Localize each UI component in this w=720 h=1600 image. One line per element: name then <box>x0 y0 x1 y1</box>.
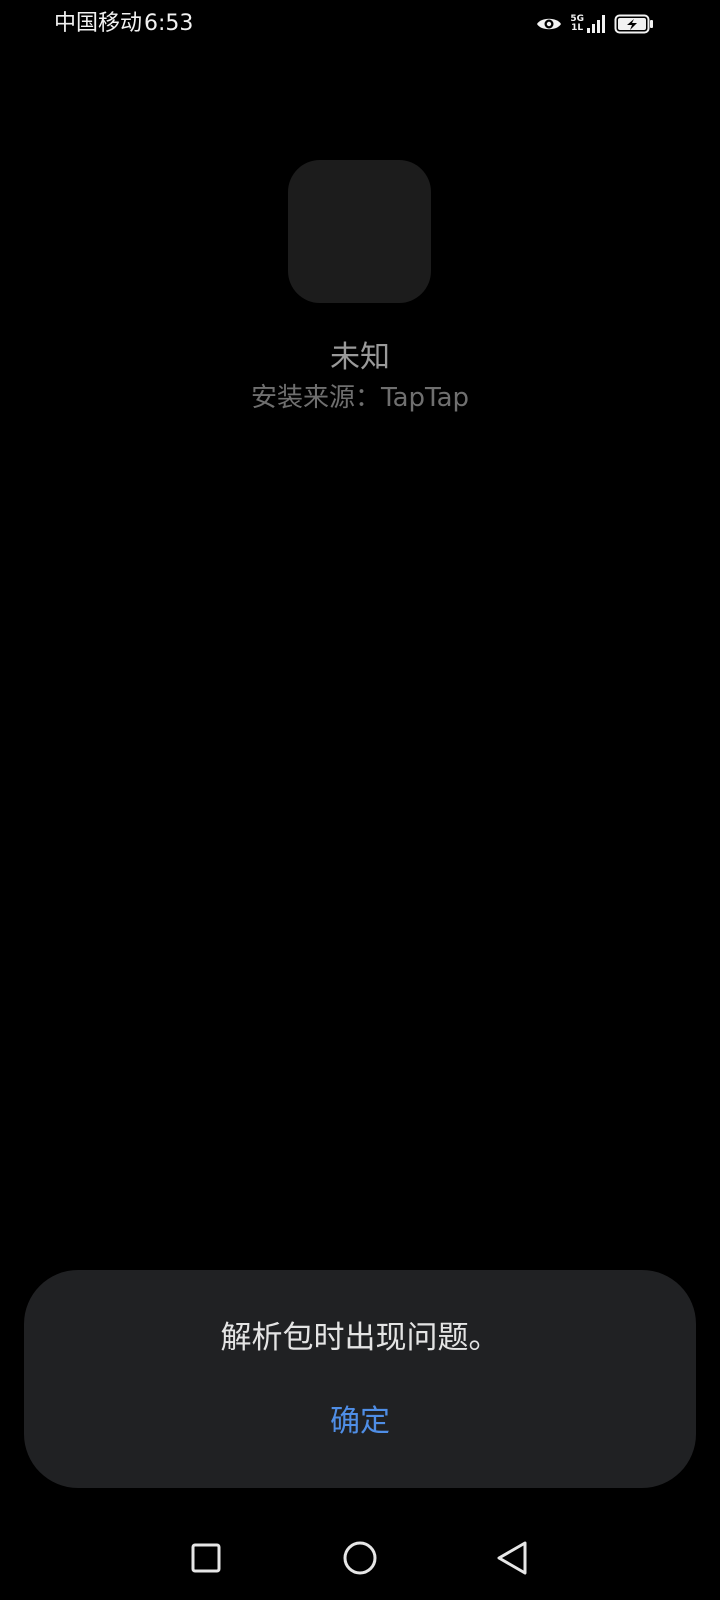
home-button[interactable] <box>330 1530 390 1590</box>
network-sub: 1L <box>571 23 584 33</box>
network-type-label: 5G 1L <box>570 15 584 33</box>
install-source: 安装来源：TapTap <box>250 383 470 413</box>
error-dialog: 解析包时出现问题。 确定 <box>24 1270 696 1488</box>
confirm-button[interactable]: 确定 <box>260 1390 460 1454</box>
status-bar: 中国移动6:53 5G 1L <box>0 0 720 48</box>
carrier-label: 中国移动 <box>54 11 143 36</box>
back-button[interactable] <box>482 1530 542 1590</box>
clock: 6:53 <box>144 11 194 36</box>
back-triangle-icon <box>495 1540 529 1580</box>
dialog-message: 解析包时出现问题。 <box>220 1320 500 1356</box>
navigation-bar <box>0 1530 720 1590</box>
battery-charging-icon <box>614 13 654 35</box>
eye-icon <box>536 15 562 33</box>
signal-group: 5G 1L <box>570 14 606 34</box>
signal-icon <box>586 14 606 34</box>
status-icons: 5G 1L <box>536 10 654 38</box>
app-name: 未知 <box>330 340 390 375</box>
recents-button[interactable] <box>176 1530 236 1590</box>
recents-square-icon <box>190 1542 222 1578</box>
app-icon-placeholder <box>288 160 431 303</box>
home-circle-icon <box>342 1540 378 1580</box>
status-left: 中国移动6:53 <box>54 8 193 40</box>
